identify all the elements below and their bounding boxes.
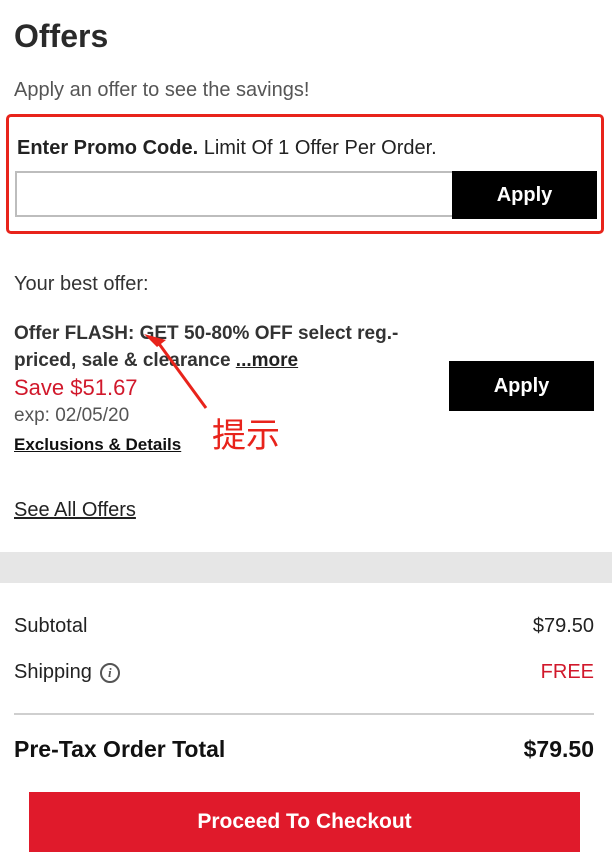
promo-code-label: Enter Promo Code. Limit Of 1 Offer Per O… [17, 137, 437, 160]
offer-more-link[interactable]: ...more [236, 350, 298, 371]
subtotal-label: Subtotal [14, 615, 88, 637]
promo-code-section: Enter Promo Code. Limit Of 1 Offer Per O… [6, 114, 604, 234]
order-total-value: $79.50 [523, 736, 594, 762]
page-subtitle: Apply an offer to see the savings! [14, 79, 310, 101]
summary-divider [14, 713, 594, 715]
shipping-value: FREE [540, 661, 594, 683]
annotation-label: 提示 [212, 416, 280, 456]
promo-code-label-rest: Limit Of 1 Offer Per Order. [198, 137, 437, 159]
exclusions-details-link[interactable]: Exclusions & Details [14, 435, 181, 455]
subtotal-value: $79.50 [532, 615, 594, 637]
info-icon[interactable]: i [99, 662, 120, 683]
offers-page: Offers Apply an offer to see the savings… [0, 0, 612, 861]
offer-apply-button[interactable]: Apply [449, 361, 594, 411]
order-total-label: Pre-Tax Order Total [14, 736, 226, 762]
offer-savings: Save $51.67 [14, 375, 138, 400]
annotation-arrow-icon [144, 334, 208, 409]
promo-code-input[interactable] [15, 171, 452, 217]
best-offer-heading: Your best offer: [14, 273, 149, 295]
shipping-row: Shipping i [14, 661, 120, 684]
shipping-label: Shipping [14, 661, 92, 683]
proceed-to-checkout-button[interactable]: Proceed To Checkout [29, 792, 580, 852]
promo-apply-button[interactable]: Apply [452, 171, 597, 219]
offer-expiration: exp: 02/05/20 [14, 405, 130, 426]
section-divider-band [0, 552, 612, 583]
page-title: Offers [14, 18, 109, 54]
promo-code-label-bold: Enter Promo Code. [17, 137, 199, 159]
see-all-offers-link[interactable]: See All Offers [14, 499, 136, 522]
